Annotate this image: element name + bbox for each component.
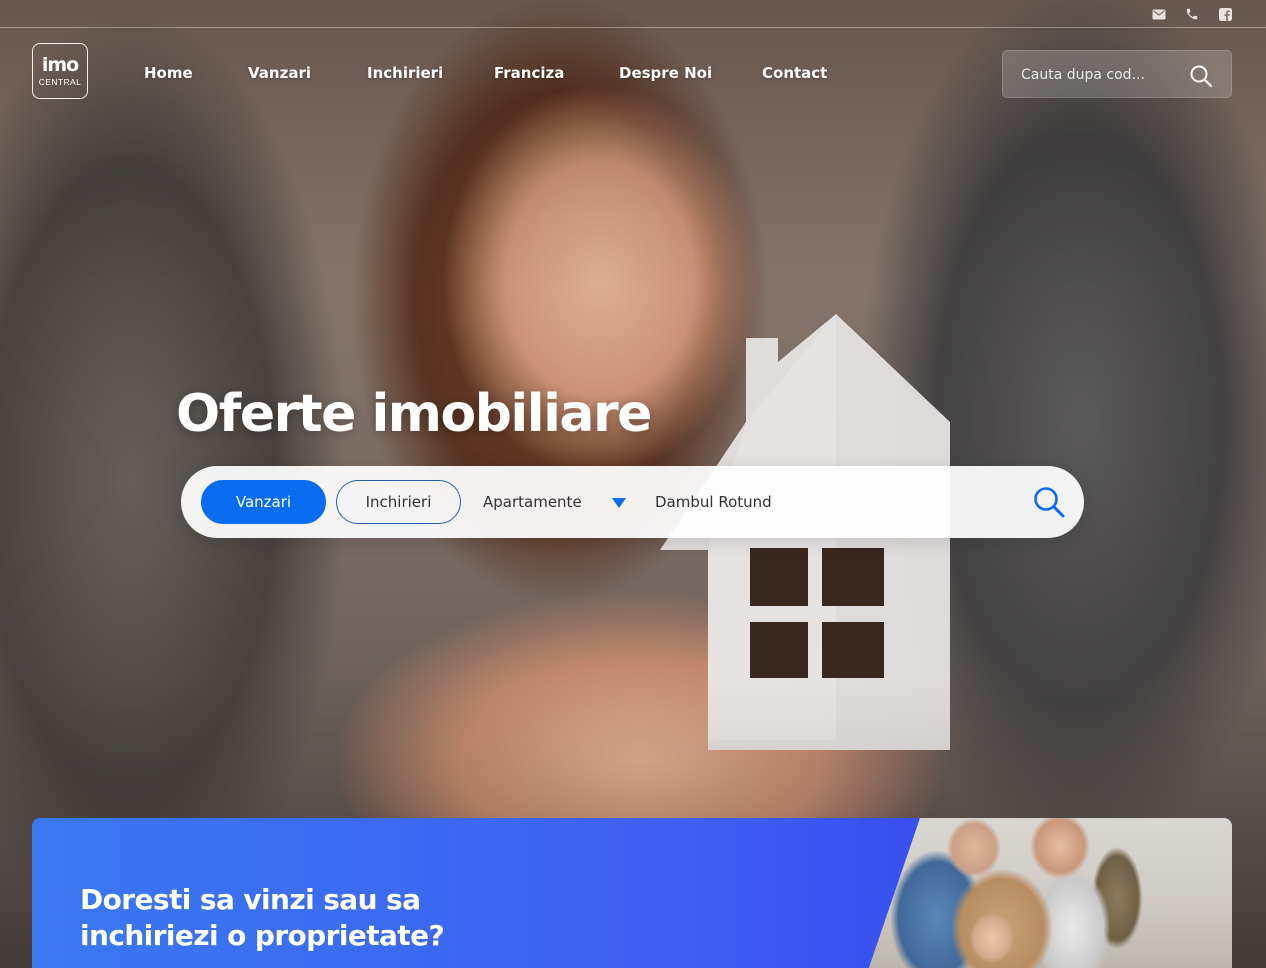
nav-item-inchirieri[interactable]: Inchirieri bbox=[367, 64, 443, 82]
property-type-select[interactable]: Apartamente bbox=[483, 490, 633, 514]
nav-item-home[interactable]: Home bbox=[144, 64, 193, 82]
cta-title-line-2: inchiriezi o proprietate? bbox=[80, 919, 445, 952]
caret-down-icon bbox=[612, 498, 626, 508]
search-icon[interactable] bbox=[1189, 64, 1213, 88]
code-search-input[interactable] bbox=[1021, 63, 1171, 87]
logo[interactable]: imo CENTRAL bbox=[32, 43, 88, 99]
search-submit-icon[interactable] bbox=[1032, 485, 1066, 519]
tab-vanzari[interactable]: Vanzari bbox=[201, 480, 326, 524]
cta-banner: Doresti sa vinzi sau sa inchiriezi o pro… bbox=[32, 818, 1232, 968]
code-search-box bbox=[1002, 50, 1232, 98]
phone-icon[interactable] bbox=[1184, 6, 1200, 22]
facebook-icon[interactable] bbox=[1217, 6, 1233, 22]
logo-subtitle: CENTRAL bbox=[38, 77, 82, 87]
nav-item-despre-noi[interactable]: Despre Noi bbox=[619, 64, 712, 82]
family-moving-photo bbox=[862, 818, 1232, 968]
property-search-bar: Vanzari Inchirieri Apartamente bbox=[181, 466, 1084, 538]
cta-title: Doresti sa vinzi sau sa inchiriezi o pro… bbox=[80, 882, 600, 954]
top-utility-bar bbox=[0, 0, 1266, 28]
nav-item-vanzari[interactable]: Vanzari bbox=[248, 64, 311, 82]
nav-item-contact[interactable]: Contact bbox=[762, 64, 827, 82]
email-icon[interactable] bbox=[1151, 6, 1167, 22]
property-type-value: Apartamente bbox=[483, 493, 582, 511]
cta-title-line-1: Doresti sa vinzi sau sa bbox=[80, 883, 421, 916]
location-input[interactable] bbox=[655, 488, 1015, 516]
logo-wordmark: imo bbox=[41, 54, 79, 76]
tab-inchirieri[interactable]: Inchirieri bbox=[336, 480, 461, 524]
nav-item-franciza[interactable]: Franciza bbox=[494, 64, 564, 82]
hero-title: Oferte imobiliare bbox=[176, 384, 652, 444]
